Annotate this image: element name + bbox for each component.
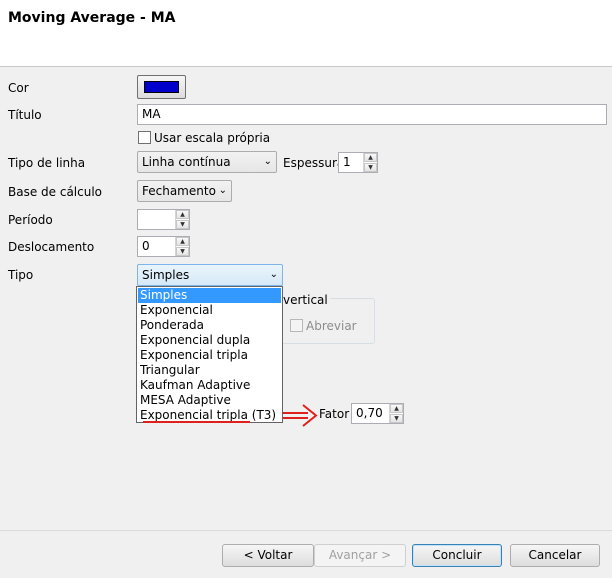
- period-label: Período: [8, 213, 53, 227]
- type-option-ponderada[interactable]: Ponderada: [140, 318, 204, 333]
- footer-divider: [0, 530, 612, 531]
- offset-stepper[interactable]: 0 ▲ ▼: [137, 236, 190, 257]
- calc-base-label: Base de cálculo: [8, 185, 103, 199]
- annotation-overlay: [143, 404, 318, 427]
- type-label: Tipo: [8, 268, 34, 282]
- chevron-down-icon: ⌄: [269, 269, 278, 280]
- abbreviate-label: Abreviar: [306, 319, 357, 333]
- type-select[interactable]: Simples ⌄: [137, 264, 283, 286]
- color-swatch: [144, 81, 179, 93]
- type-dropdown-list[interactable]: Simples Exponencial Ponderada Exponencia…: [136, 286, 283, 423]
- chevron-down-icon: ⌄: [218, 185, 227, 196]
- factor-label: Fator: [319, 407, 350, 421]
- spin-up-icon[interactable]: ▲: [364, 153, 377, 162]
- spin-down-icon[interactable]: ▼: [176, 220, 189, 229]
- type-option-simples[interactable]: Simples: [140, 288, 187, 303]
- period-spin[interactable]: ▲ ▼: [175, 210, 189, 229]
- annotation-arrow: [283, 404, 318, 427]
- period-stepper[interactable]: ▲ ▼: [137, 209, 190, 230]
- line-type-label: Tipo de linha: [8, 156, 86, 170]
- color-label: Cor: [8, 81, 29, 95]
- header-divider: [0, 66, 612, 67]
- calc-base-select[interactable]: Fechamento ⌄: [137, 180, 232, 202]
- type-option-exponencial-tripla-t3[interactable]: Exponencial tripla (T3): [140, 408, 276, 423]
- factor-stepper[interactable]: 0,70 ▲ ▼: [351, 403, 404, 424]
- line-type-value: Linha contínua: [142, 155, 231, 169]
- type-option-exponencial-dupla[interactable]: Exponencial dupla: [140, 333, 250, 348]
- title-input[interactable]: MA: [137, 104, 607, 125]
- offset-value: 0: [142, 239, 150, 253]
- offset-label: Deslocamento: [8, 240, 95, 254]
- thickness-label: Espessura: [283, 156, 345, 170]
- type-option-kaufman-adaptive[interactable]: Kaufman Adaptive: [140, 378, 250, 393]
- finish-button[interactable]: Concluir: [412, 544, 502, 567]
- abbreviate-checkbox[interactable]: [290, 319, 303, 332]
- cancel-button[interactable]: Cancelar: [510, 544, 600, 567]
- factor-value: 0,70: [356, 406, 383, 420]
- title-label: Título: [8, 108, 42, 122]
- factor-spin[interactable]: ▲ ▼: [389, 404, 403, 423]
- spin-down-icon[interactable]: ▼: [364, 163, 377, 172]
- spin-up-icon[interactable]: ▲: [390, 404, 403, 413]
- type-option-mesa-adaptive[interactable]: MESA Adaptive: [140, 393, 231, 408]
- header-panel: Moving Average - MA: [0, 0, 612, 66]
- type-value: Simples: [142, 268, 190, 282]
- own-scale-label: Usar escala própria: [154, 131, 271, 145]
- type-option-exponencial-tripla[interactable]: Exponencial tripla: [140, 348, 248, 363]
- vertical-group-label: vertical: [283, 293, 330, 307]
- window-title: Moving Average - MA: [8, 10, 176, 26]
- chevron-down-icon: ⌄: [263, 156, 272, 167]
- color-picker-button[interactable]: [137, 75, 186, 99]
- offset-spin[interactable]: ▲ ▼: [175, 237, 189, 256]
- spin-down-icon[interactable]: ▼: [176, 247, 189, 256]
- spin-up-icon[interactable]: ▲: [176, 210, 189, 219]
- calc-base-value: Fechamento: [142, 184, 216, 198]
- type-option-exponencial[interactable]: Exponencial: [140, 303, 213, 318]
- thickness-stepper[interactable]: 1 ▲ ▼: [338, 152, 378, 173]
- thickness-value: 1: [343, 155, 351, 169]
- line-type-select[interactable]: Linha contínua ⌄: [137, 151, 277, 173]
- back-button[interactable]: < Voltar: [222, 544, 314, 567]
- type-option-triangular[interactable]: Triangular: [140, 363, 200, 378]
- spin-up-icon[interactable]: ▲: [176, 237, 189, 246]
- spin-down-icon[interactable]: ▼: [390, 414, 403, 423]
- thickness-spin[interactable]: ▲ ▼: [363, 153, 377, 172]
- own-scale-checkbox[interactable]: [138, 131, 151, 144]
- next-button[interactable]: Avançar >: [314, 544, 406, 567]
